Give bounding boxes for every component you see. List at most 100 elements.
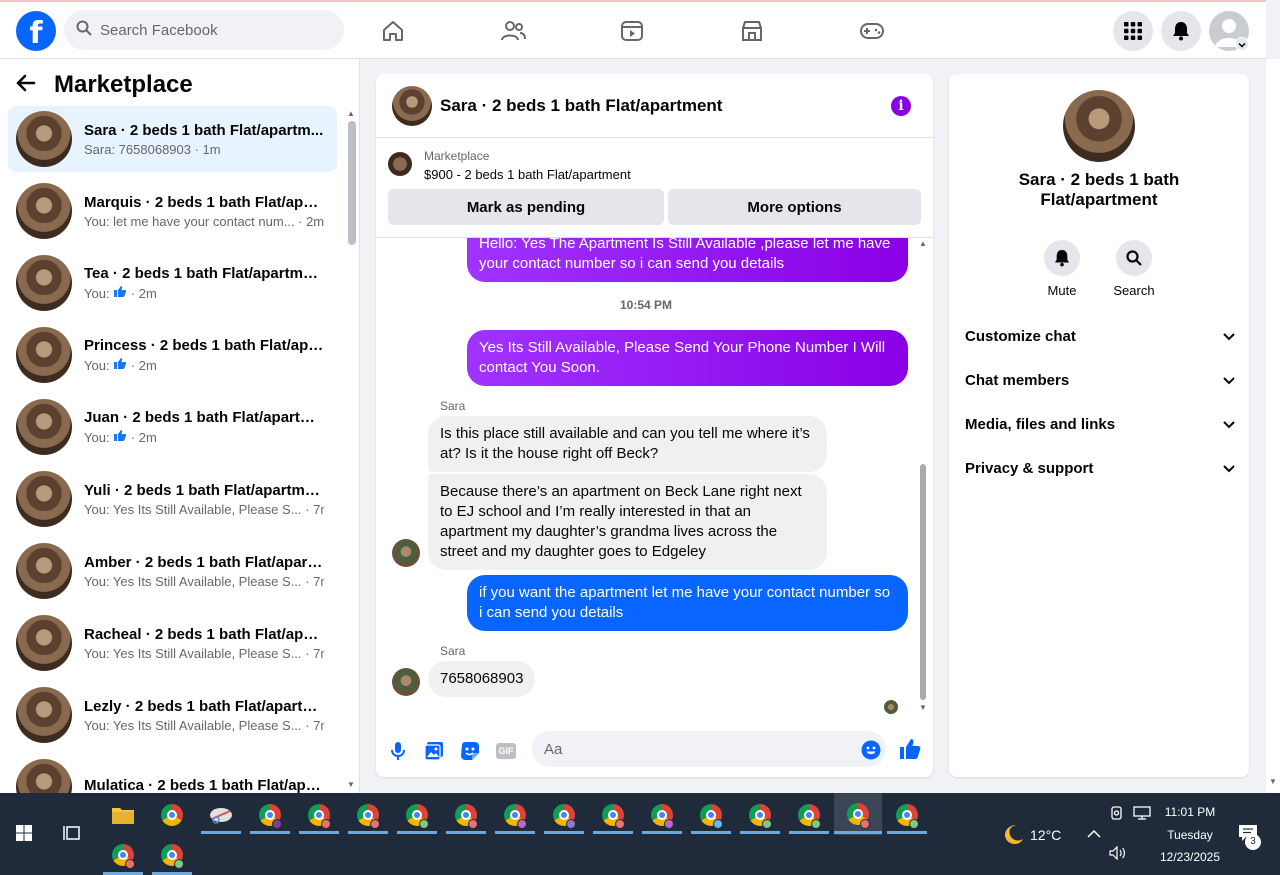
gif-icon[interactable]: GIF (494, 739, 518, 763)
volume-icon[interactable] (1098, 833, 1138, 873)
account-chevron-down-icon[interactable] (1235, 37, 1249, 51)
conversation-item[interactable]: Princess · 2 beds 1 bath Flat/apa... You… (8, 322, 337, 388)
chrome-icon[interactable] (152, 795, 192, 835)
weather-moon-icon[interactable] (993, 814, 1033, 854)
chrome-profile-icon[interactable] (250, 795, 290, 835)
conversation-preview: You: Yes Its Still Available, Please S..… (84, 573, 324, 589)
bell-icon (1044, 240, 1080, 276)
active-app-indicator (834, 831, 882, 834)
chrome-profile-icon[interactable] (740, 795, 780, 835)
scroll-down-arrow-icon[interactable]: ▼ (347, 780, 355, 789)
privacy-support-section[interactable]: Privacy & support (965, 456, 1235, 480)
listing-thumbnail[interactable] (388, 152, 412, 176)
conversation-item[interactable]: Marquis · 2 beds 1 bath Flat/apa... You:… (8, 178, 337, 244)
file-explorer-icon[interactable] (103, 795, 143, 835)
chrome-profile-icon[interactable] (691, 795, 731, 835)
message-bubble-sent: if you want the apartment let me have yo… (467, 575, 908, 631)
video-icon[interactable] (612, 14, 652, 48)
conversation-item[interactable]: Lezly · 2 beds 1 bath Flat/apartm... You… (8, 682, 337, 748)
conversation-item[interactable]: Yuli · 2 beds 1 bath Flat/apartment You:… (8, 466, 337, 532)
listing-thumbnail (16, 615, 72, 671)
media-files-links-section[interactable]: Media, files and links (965, 412, 1235, 436)
conversation-item[interactable]: Mulatica · 2 beds 1 bath Flat/apa... (8, 754, 337, 793)
scroll-up-arrow-icon[interactable]: ▲ (919, 239, 927, 248)
chrome-profile-icon[interactable] (789, 795, 829, 835)
listing-thumbnail (16, 255, 72, 311)
chrome-profile-icon[interactable] (593, 795, 633, 835)
top-navigation: f (0, 0, 1266, 59)
message-bubble-sent: Hello: Yes The Apartment Is Still Availa… (467, 238, 908, 282)
panel-title: Marketplace (54, 71, 193, 98)
preview-prefix: You: (84, 430, 114, 445)
chrome-profile-icon[interactable] (495, 795, 535, 835)
home-icon[interactable] (373, 14, 413, 48)
conversation-name: Amber · 2 beds 1 bath Flat/apart... (84, 553, 324, 571)
conversation-item[interactable]: Amber · 2 beds 1 bath Flat/apart... You:… (8, 538, 337, 604)
mark-as-pending-button[interactable]: Mark as pending (388, 189, 664, 225)
preview-prefix: You: (84, 358, 114, 373)
scroll-down-arrow-icon[interactable]: ▼ (919, 703, 927, 712)
search-box[interactable] (64, 10, 344, 50)
chrome-profile-icon[interactable] (299, 795, 339, 835)
more-options-button[interactable]: More options (668, 189, 921, 225)
conversation-item[interactable]: Sara · 2 beds 1 bath Flat/apartm... Sara… (8, 106, 337, 172)
mute-button[interactable]: Mute (1032, 240, 1092, 298)
search-input[interactable] (100, 21, 320, 39)
marketplace-icon[interactable] (732, 14, 772, 48)
chrome-profile-icon[interactable] (642, 795, 682, 835)
chat-members-section[interactable]: Chat members (965, 368, 1235, 392)
chat-scrollbar[interactable] (920, 464, 926, 700)
menu-grid-icon[interactable] (1113, 11, 1153, 51)
task-view-icon[interactable] (52, 813, 92, 853)
search-icon (1116, 240, 1152, 276)
message-bubble-sent: Yes Its Still Available, Please Send You… (467, 330, 908, 386)
microphone-icon[interactable] (386, 739, 410, 763)
emoji-icon[interactable] (859, 738, 883, 762)
clock-day[interactable]: Tuesday (1150, 828, 1230, 842)
back-arrow-icon[interactable] (16, 74, 36, 97)
listing-price-title[interactable]: $900 - 2 beds 1 bath Flat/apartment (424, 167, 631, 182)
info-icon[interactable]: i (891, 96, 911, 116)
active-app-indicator (789, 831, 829, 834)
windows-start-icon[interactable] (4, 813, 44, 853)
snipping-tool-icon[interactable] (201, 795, 241, 835)
chrome-profile-icon[interactable] (887, 795, 927, 835)
chat-profile-avatar[interactable] (1063, 90, 1135, 162)
conversation-list-panel: Marketplace Sara · 2 beds 1 bath Flat/ap… (0, 59, 360, 793)
conversation-item[interactable]: Juan · 2 beds 1 bath Flat/apartm... You:… (8, 394, 337, 460)
chrome-profile-icon[interactable] (152, 835, 192, 875)
clock-time[interactable]: 11:01 PM (1150, 805, 1230, 819)
sender-avatar[interactable] (392, 539, 420, 567)
scroll-up-arrow-icon[interactable]: ▲ (347, 109, 355, 118)
chat-details-title: Sara · 2 beds 1 bath Flat/apartment (1018, 170, 1180, 209)
friends-icon[interactable] (493, 14, 533, 48)
conversation-list-scrollbar[interactable] (348, 121, 356, 245)
scroll-down-arrow-icon[interactable]: ▼ (1269, 777, 1277, 786)
page-scrollbar[interactable]: ▼ (1266, 59, 1280, 793)
active-app-indicator (299, 831, 339, 834)
search-in-chat-button[interactable]: Search (1104, 240, 1164, 298)
message-input-box[interactable] (532, 731, 886, 767)
like-thumbs-up-icon[interactable] (898, 737, 922, 761)
conversation-item[interactable]: Racheal · 2 beds 1 bath Flat/apar... You… (8, 610, 337, 676)
notifications-bell-icon[interactable] (1161, 11, 1201, 51)
timestamp-separator: 10:54 PM (619, 298, 673, 312)
sticker-icon[interactable] (458, 739, 482, 763)
sender-avatar[interactable] (392, 668, 420, 696)
chrome-profile-icon[interactable] (397, 795, 437, 835)
clock-date[interactable]: 12/23/2025 (1150, 850, 1230, 864)
chrome-profile-icon[interactable] (103, 835, 143, 875)
facebook-logo[interactable]: f (16, 11, 56, 51)
chat-title[interactable]: Sara · 2 beds 1 bath Flat/apartment (440, 96, 722, 116)
gaming-icon[interactable] (852, 14, 892, 48)
chat-avatar[interactable] (392, 85, 432, 126)
message-input[interactable] (544, 740, 844, 758)
chrome-profile-icon[interactable] (446, 795, 486, 835)
photo-gallery-icon[interactable] (422, 739, 446, 763)
active-app-indicator (446, 831, 486, 834)
customize-chat-section[interactable]: Customize chat (965, 324, 1235, 348)
chrome-profile-icon[interactable] (348, 795, 388, 835)
chrome-profile-icon-active[interactable] (834, 793, 882, 835)
chrome-profile-icon[interactable] (544, 795, 584, 835)
conversation-item[interactable]: Tea · 2 beds 1 bath Flat/apartment You: … (8, 250, 337, 316)
